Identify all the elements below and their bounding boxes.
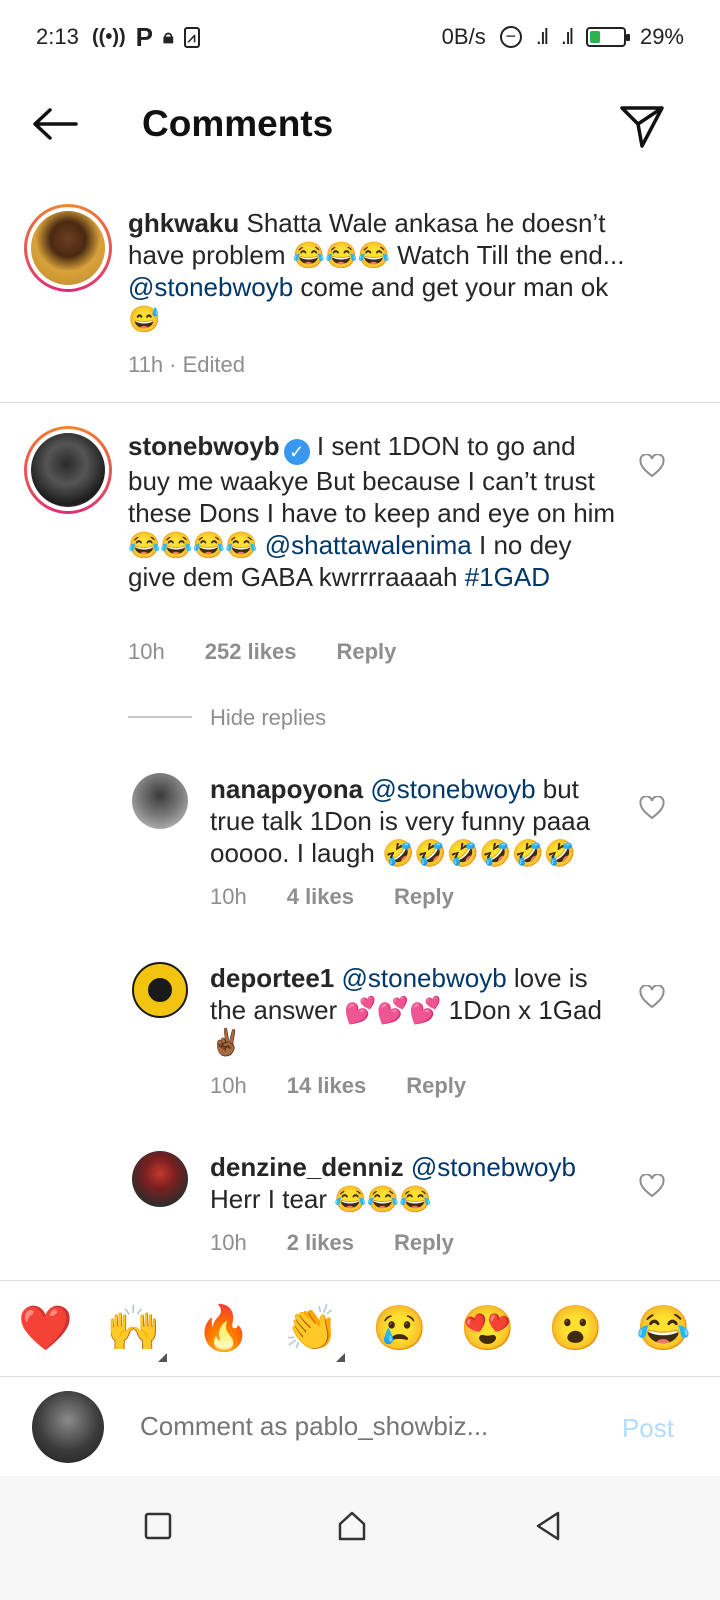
hotspot-icon: ((•))	[92, 26, 126, 48]
reply-button[interactable]: Reply	[394, 1230, 454, 1256]
comment-text: deportee1 @stonebwoyb love is the answer…	[210, 962, 615, 1058]
reply-button[interactable]: Reply	[336, 639, 396, 665]
comment-username[interactable]: deportee1	[210, 963, 334, 993]
avatar[interactable]	[132, 1151, 188, 1207]
comment-text: stonebwoyb ✓ I sent 1DON to go and buy me…	[128, 430, 618, 593]
like-heart-icon[interactable]	[639, 454, 665, 478]
status-bar: 2:13 ((•)) P 🔒︎ ⩘ 0B/s − .ıl .ıl 29%	[0, 0, 720, 70]
comment-time: 10h	[210, 1230, 247, 1255]
recent-apps-icon[interactable]	[138, 1506, 178, 1546]
comment-text: ghkwaku Shatta Wale ankasa he doesn’t ha…	[128, 207, 628, 335]
activity-icon: ⩘	[183, 27, 200, 48]
tears-of-joy-emoji-button[interactable]: 😂	[636, 1301, 691, 1357]
avatar[interactable]	[132, 773, 188, 829]
like-heart-icon[interactable]	[639, 796, 665, 820]
avatar[interactable]	[132, 962, 188, 1018]
comment-meta: 10h 14 likes Reply	[210, 1073, 466, 1099]
comment-time: 11h · Edited	[128, 352, 246, 377]
surprised-emoji-button[interactable]: 😮	[548, 1301, 603, 1357]
skin-tone-indicator-icon	[336, 1353, 345, 1362]
battery-icon	[585, 27, 630, 47]
emoji-bar: ❤️ 🙌 🔥 👏 😢 😍 😮 😂	[0, 1280, 720, 1376]
skin-tone-indicator-icon	[158, 1353, 167, 1362]
share-button[interactable]	[618, 102, 666, 150]
page-title: Comments	[142, 103, 334, 144]
comment-body: Herr I tear 😂😂😂	[210, 1184, 432, 1214]
heart-eyes-emoji-button[interactable]: 😍	[460, 1301, 515, 1357]
comment-text: denzine_denniz @stonebwoyb Herr I tear 😂…	[210, 1151, 615, 1215]
status-time: 2:13	[36, 24, 79, 49]
hide-replies-button[interactable]: Hide replies	[210, 705, 326, 731]
hide-replies-line	[128, 716, 192, 718]
divider	[0, 402, 720, 403]
avatar-emblem	[148, 978, 172, 1002]
net-speed: 0B/s	[441, 24, 486, 49]
comment-time: 10h	[210, 884, 247, 909]
likes-count[interactable]: 252 likes	[205, 639, 297, 665]
status-notification-icons: ((•)) P 🔒︎ ⩘	[92, 22, 200, 53]
comment-meta: 10h 4 likes Reply	[210, 884, 454, 910]
comment-meta: 11h · Edited	[128, 352, 245, 378]
comment-time: 10h	[128, 639, 165, 664]
mention-link[interactable]: @stonebwoyb	[370, 774, 535, 804]
mention-link[interactable]: @shattawalenima	[265, 530, 472, 560]
comment-username[interactable]: nanapoyona	[210, 774, 363, 804]
avatar-image	[31, 211, 105, 285]
comment-composer: Post	[0, 1376, 720, 1476]
status-right: 0B/s − .ıl .ıl 29%	[442, 24, 684, 50]
lock-icon: 🔒︎	[163, 26, 174, 48]
comment-meta: 10h 2 likes Reply	[210, 1230, 454, 1256]
back-arrow-icon	[33, 108, 78, 140]
fire-emoji-button[interactable]: 🔥	[196, 1301, 251, 1357]
dnd-icon: −	[499, 26, 522, 48]
comment-username[interactable]: denzine_denniz	[210, 1152, 404, 1182]
hashtag-link[interactable]: #1GAD	[465, 562, 550, 592]
comment-meta: 10h 252 likes Reply	[128, 639, 396, 665]
mention-link[interactable]: @stonebwoyb	[411, 1152, 576, 1182]
avatar[interactable]	[24, 426, 112, 514]
comment-username[interactable]: stonebwoyb	[128, 431, 280, 461]
comment-text: nanapoyona @stonebwoyb but true talk 1Do…	[210, 773, 615, 869]
navigation-bar	[0, 1476, 720, 1600]
back-button[interactable]	[30, 104, 80, 144]
verified-badge-icon: ✓	[283, 439, 310, 465]
reply-button[interactable]: Reply	[394, 884, 454, 910]
likes-count[interactable]: 4 likes	[287, 884, 354, 910]
mention-link[interactable]: @stonebwoyb	[342, 963, 507, 993]
parking-app-icon: P	[135, 22, 153, 52]
post-button[interactable]: Post	[622, 1413, 674, 1444]
battery-percent: 29%	[639, 24, 684, 49]
crying-emoji-button[interactable]: 😢	[372, 1301, 427, 1357]
signal-2-icon: .ıl	[560, 24, 574, 49]
mention-link[interactable]: @stonebwoyb	[128, 272, 293, 302]
battery-fill	[589, 31, 601, 43]
my-avatar	[32, 1391, 104, 1463]
like-heart-icon[interactable]	[639, 985, 665, 1009]
clapping-emoji-button[interactable]: 👏	[284, 1301, 339, 1357]
heart-emoji-button[interactable]: ❤️	[18, 1301, 73, 1357]
signal-icon: .ıl	[535, 24, 549, 49]
comment-time: 10h	[210, 1073, 247, 1098]
send-icon	[620, 106, 664, 148]
like-heart-icon[interactable]	[639, 1174, 665, 1198]
reply-button[interactable]: Reply	[406, 1073, 466, 1099]
home-icon[interactable]	[332, 1506, 372, 1546]
header: Comments	[0, 80, 720, 170]
comment-input[interactable]	[140, 1411, 560, 1442]
raising-hands-emoji-button[interactable]: 🙌	[106, 1301, 161, 1357]
likes-count[interactable]: 2 likes	[287, 1230, 354, 1256]
likes-count[interactable]: 14 likes	[287, 1073, 367, 1099]
avatar[interactable]	[24, 204, 112, 292]
avatar-image	[31, 433, 105, 507]
comment-username[interactable]: ghkwaku	[128, 208, 239, 238]
back-nav-icon[interactable]	[528, 1506, 568, 1546]
